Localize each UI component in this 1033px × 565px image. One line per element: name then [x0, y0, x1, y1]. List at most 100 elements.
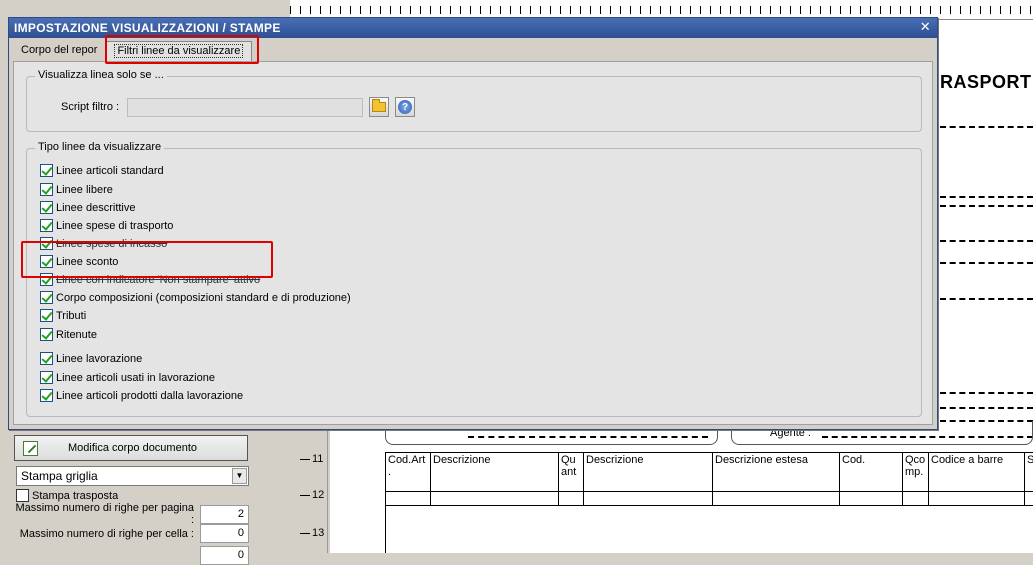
tab-report-body[interactable]: Corpo del repor: [13, 41, 105, 61]
dashed-line: [940, 240, 1033, 242]
script-filter-label: Script filtro :: [61, 101, 120, 113]
checkbox-box[interactable]: [40, 389, 53, 402]
close-icon[interactable]: ✕: [920, 20, 931, 34]
max-rows-page-input[interactable]: 2: [200, 504, 249, 524]
checkbox-box[interactable]: [40, 164, 53, 177]
print-mode-value: Stampa griglia: [21, 469, 98, 483]
modify-body-button[interactable]: Modifica corpo documento: [14, 435, 248, 461]
filter-group-legend: Visualizza linea solo se ...: [35, 69, 167, 81]
checkbox-box[interactable]: [40, 237, 53, 250]
line-type-checkbox[interactable]: Linee con indicatore 'Non stampare' atti…: [40, 273, 260, 286]
checkbox-label: Linee libere: [56, 183, 113, 196]
checkbox-label: Tributi: [56, 309, 87, 322]
dashed-line: [940, 126, 1033, 128]
line-type-checkbox[interactable]: Linee libere: [40, 183, 113, 196]
line-type-checkbox[interactable]: Linee sconto: [40, 255, 118, 268]
line-types-legend: Tipo linee da visualizzare: [35, 141, 165, 153]
dashed-line: [940, 298, 1033, 300]
transposed-print-label: Stampa trasposta: [32, 489, 119, 502]
checkbox-label: Corpo composizioni (composizioni standar…: [56, 291, 351, 304]
grid-column-header: Descrizione: [584, 453, 713, 505]
checkbox-label: Linee spese di trasporto: [56, 219, 174, 232]
line-type-checkbox[interactable]: Tributi: [40, 309, 86, 322]
checkbox-box[interactable]: [40, 309, 53, 322]
dialog-titlebar[interactable]: IMPOSTAZIONE VISUALIZZAZIONI / STAMPE ✕: [9, 18, 937, 38]
max-rows-cell-input[interactable]: 0: [200, 524, 249, 543]
grid-column-header: Qco mp.: [903, 453, 929, 505]
dialog-title: IMPOSTAZIONE VISUALIZZAZIONI / STAMPE: [14, 21, 281, 35]
grid-column-header: Cod.Art .: [386, 453, 431, 505]
open-script-button[interactable]: [369, 97, 389, 117]
line-filters-panel: Visualizza linea solo se ... Script filt…: [13, 61, 933, 425]
checkbox-box[interactable]: [40, 201, 53, 214]
help-icon: ?: [398, 100, 412, 114]
checkbox-label: Linee con indicatore 'Non stampare' atti…: [56, 273, 261, 286]
line-type-checkbox[interactable]: Linee spese di incasso: [40, 237, 167, 250]
tab-label: Corpo del repor: [21, 44, 98, 56]
display-settings-dialog: IMPOSTAZIONE VISUALIZZAZIONI / STAMPE ✕ …: [8, 17, 938, 430]
checkbox-box[interactable]: [40, 352, 53, 365]
tab-label: Filtri linee da visualizzare: [114, 44, 244, 58]
checkbox-label: Linee articoli prodotti dalla lavorazion…: [56, 389, 244, 402]
ruler-number: 11: [300, 453, 323, 465]
checkbox-label: Linee sconto: [56, 255, 119, 268]
dashed-line: [940, 392, 1033, 394]
script-filter-input[interactable]: [127, 97, 363, 117]
max-rows-page-row: Massimo numero di righe per pagina : 2: [14, 502, 249, 526]
checkbox-box[interactable]: [40, 328, 53, 341]
ruler-number: 12: [300, 489, 324, 501]
checkbox-label: Linee articoli standard: [56, 164, 164, 177]
max-rows-cell-label: Massimo numero di righe per cella :: [19, 527, 194, 540]
line-type-checkbox[interactable]: Linee lavorazione: [40, 352, 142, 365]
edit-icon: [23, 440, 38, 456]
max-rows-cell-row: Massimo numero di righe per cella : 0: [14, 524, 249, 543]
help-button[interactable]: ?: [395, 97, 415, 117]
checkbox-box[interactable]: [40, 183, 53, 196]
line-type-checkbox[interactable]: Linee articoli prodotti dalla lavorazion…: [40, 389, 243, 402]
dialog-tabs: Corpo del repor Filtri linee da visualiz…: [13, 41, 253, 62]
dashed-line: [940, 196, 1033, 198]
line-type-checkbox[interactable]: Linee articoli standard: [40, 164, 164, 177]
checkbox-box[interactable]: [40, 273, 53, 286]
third-row: 0: [14, 546, 249, 565]
dashed-line: [940, 262, 1033, 264]
report-body-grid: Cod.Art . Descrizione Qu ant Descrizione…: [385, 452, 1033, 553]
grid-column-header: Qu ant: [559, 453, 584, 505]
checkbox-box[interactable]: [40, 291, 53, 304]
checkbox-label: Linee articoli usati in lavorazione: [56, 371, 215, 384]
print-mode-select[interactable]: Stampa griglia ▼: [16, 466, 249, 486]
third-row-input[interactable]: 0: [200, 546, 249, 565]
line-type-checkbox[interactable]: Linee descrittive: [40, 201, 136, 214]
transposed-print-checkbox[interactable]: Stampa trasposta: [16, 489, 118, 502]
checkbox-box[interactable]: [16, 489, 29, 502]
report-title-fragment: RASPORT: [940, 72, 1032, 92]
dashed-line: [940, 205, 1033, 207]
grid-line: [386, 505, 1033, 506]
line-type-checkbox[interactable]: Linee articoli usati in lavorazione: [40, 371, 215, 384]
line-type-checkbox[interactable]: Ritenute: [40, 328, 97, 341]
tab-line-filters[interactable]: Filtri linee da visualizzare: [105, 41, 253, 62]
script-filter-row: Script filtro : ?: [61, 97, 415, 117]
modify-body-label: Modifica corpo documento: [67, 442, 197, 454]
chevron-down-icon[interactable]: ▼: [232, 468, 247, 484]
grid-column-header: Cod.: [840, 453, 903, 505]
grid-column-header: Descrizione estesa: [713, 453, 840, 505]
grid-column-header: Codice a barre: [929, 453, 1025, 505]
grid-column-header: Descrizione: [431, 453, 559, 505]
folder-icon: [372, 99, 386, 112]
checkbox-box[interactable]: [40, 219, 53, 232]
line-type-checkbox[interactable]: Linee spese di trasporto: [40, 219, 173, 232]
ruler-number: 13: [300, 527, 324, 539]
checkbox-label: Linee lavorazione: [56, 352, 143, 365]
grid-line: [386, 491, 1033, 492]
max-rows-page-label: Massimo numero di righe per pagina :: [15, 502, 194, 526]
checkbox-label: Ritenute: [56, 328, 97, 341]
dashed-line: [940, 407, 1033, 409]
checkbox-label: Linee descrittive: [56, 201, 136, 214]
line-type-checkbox[interactable]: Corpo composizioni (composizioni standar…: [40, 291, 351, 304]
filter-group: Visualizza linea solo se ... Script filt…: [26, 69, 922, 132]
grid-column-header: S: [1027, 454, 1033, 466]
checkbox-label: Linee spese di incasso: [56, 237, 168, 250]
checkbox-box[interactable]: [40, 255, 53, 268]
checkbox-box[interactable]: [40, 371, 53, 384]
